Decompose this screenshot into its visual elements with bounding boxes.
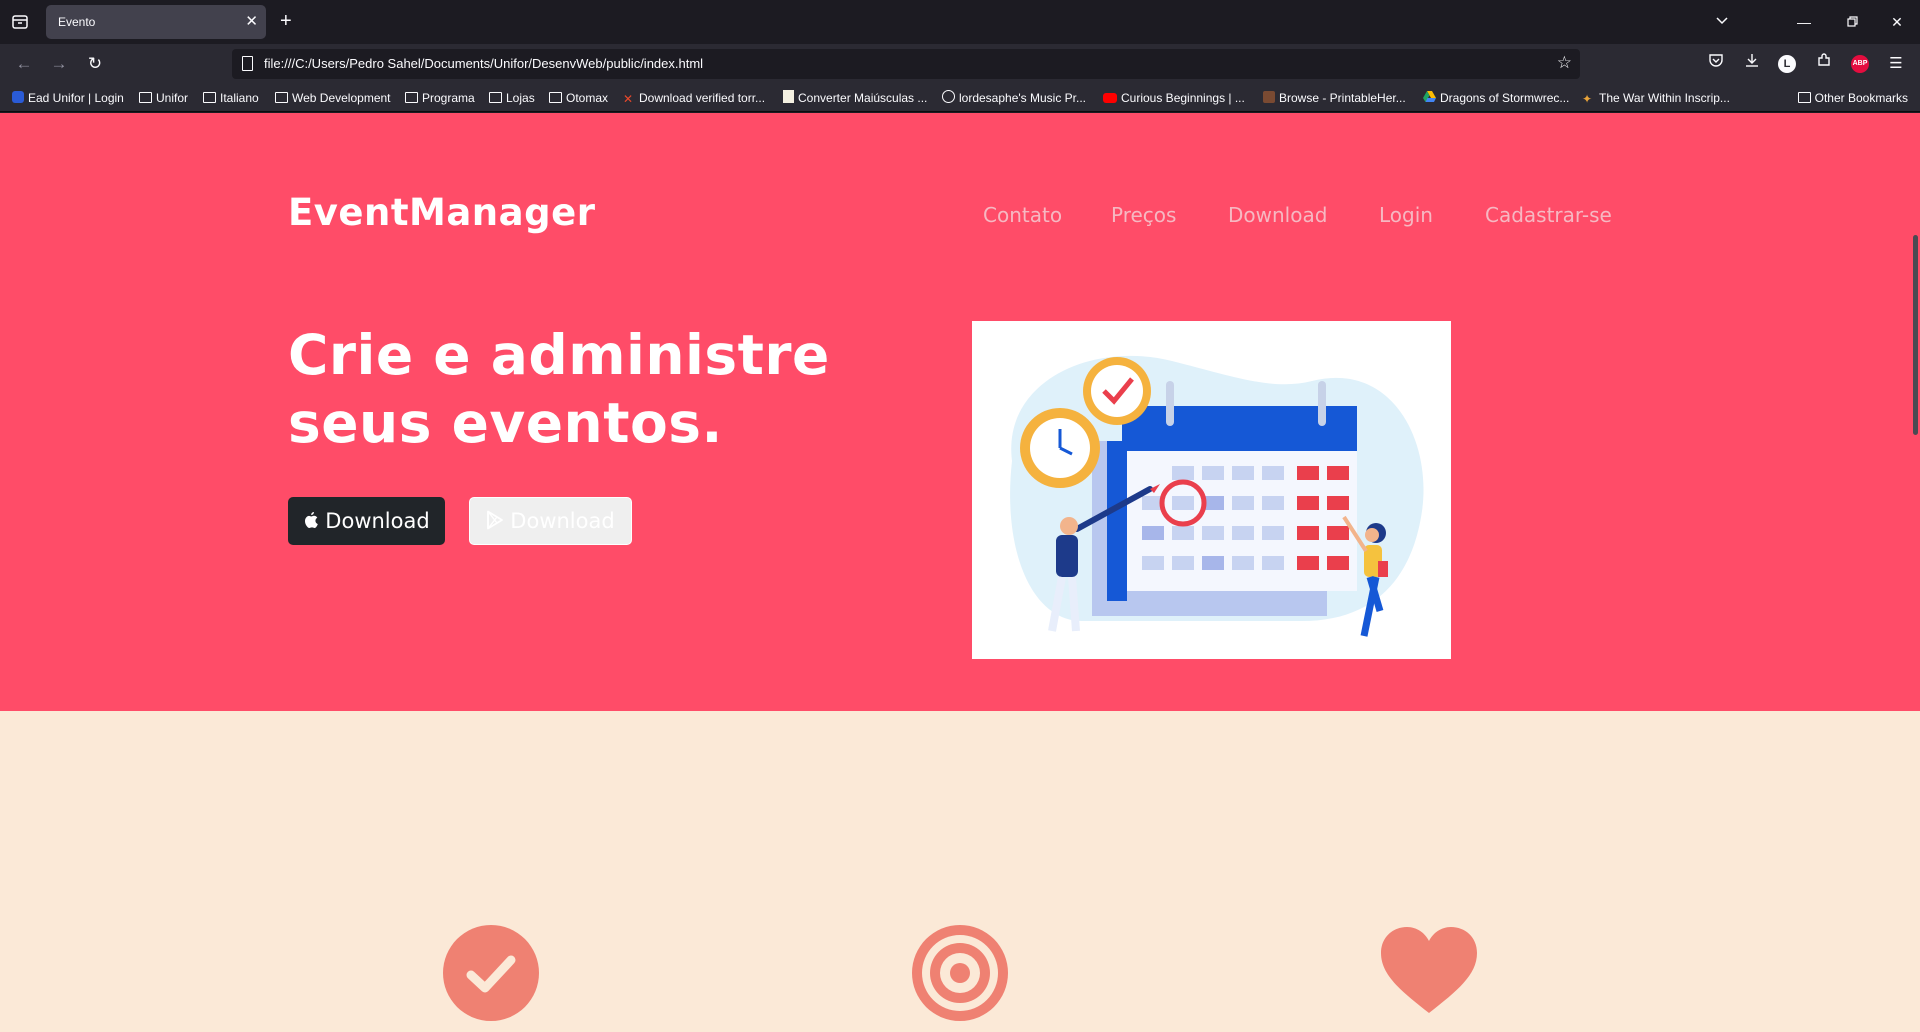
tab-list-icon[interactable] (10, 12, 30, 32)
page-viewport: EventManager Contato Preços Download Log… (0, 113, 1920, 1032)
nav-link-login[interactable]: Login (1379, 203, 1433, 227)
folder-icon (139, 92, 152, 103)
menu-icon[interactable]: ☰ (1884, 52, 1908, 76)
nav-link-precos[interactable]: Preços (1111, 203, 1176, 227)
bookmark-folder[interactable]: Lojas (489, 84, 535, 112)
nav-link-download[interactable]: Download (1228, 203, 1327, 227)
features-section (0, 711, 1920, 1032)
browser-tab[interactable]: Evento ✕ (46, 5, 266, 39)
x-logo-icon: ✕ (623, 92, 634, 106)
calendar-illustration (972, 321, 1451, 659)
minimize-icon[interactable]: — (1792, 10, 1816, 34)
apple-download-button[interactable]: Download (288, 497, 445, 545)
account-icon[interactable]: L (1778, 55, 1796, 73)
bookmark-folder[interactable]: Otomax (549, 84, 608, 112)
page-icon (242, 56, 253, 71)
bookmark-item[interactable]: Curious Beginnings | ... (1103, 84, 1245, 112)
bookmark-folder[interactable]: Web Development (275, 84, 391, 112)
play-download-label: Download (510, 509, 615, 533)
hero-headline: Crie e administre seus eventos. (288, 321, 848, 457)
page-scrollbar[interactable] (1913, 235, 1918, 435)
apple-icon (303, 500, 319, 546)
extensions-icon[interactable] (1812, 52, 1836, 76)
ead-unifor-icon (12, 91, 24, 103)
google-drive-icon (1423, 85, 1436, 102)
heart-icon (1381, 925, 1477, 1021)
headline-line-2: seus eventos. (288, 391, 723, 455)
bookmark-item[interactable]: lordesaphe's Music Pr... (942, 84, 1086, 112)
bookmark-item[interactable]: Converter Maiúsculas ... (783, 84, 927, 112)
printableheroes-icon (1263, 91, 1275, 103)
youtube-icon (1103, 93, 1117, 103)
downloads-icon[interactable] (1740, 52, 1764, 76)
apple-download-label: Download (325, 509, 430, 533)
other-bookmarks[interactable]: Other Bookmarks (1797, 84, 1908, 112)
google-play-icon (486, 500, 504, 546)
folder-icon (489, 92, 502, 103)
new-tab-icon[interactable]: + (280, 9, 292, 33)
pocket-icon[interactable] (1704, 52, 1728, 76)
bookmarks-toolbar: Ead Unifor | Login Unifor Italiano Web D… (0, 84, 1920, 112)
list-all-tabs-icon[interactable] (1710, 10, 1734, 34)
play-download-button[interactable]: Download (469, 497, 632, 545)
check-circle-icon (443, 925, 539, 1021)
tab-title: Evento (58, 15, 96, 29)
globe-icon (942, 90, 955, 103)
nav-link-contato[interactable]: Contato (983, 203, 1062, 227)
restore-icon[interactable] (1840, 10, 1864, 34)
bullseye-icon (912, 925, 1008, 1021)
tab-bar: Evento ✕ + — ✕ (0, 0, 1920, 44)
nav-link-cadastrar[interactable]: Cadastrar-se (1485, 203, 1612, 227)
folder-icon (1797, 92, 1811, 103)
brand-logo[interactable]: EventManager (288, 191, 595, 234)
address-bar[interactable]: file:///C:/Users/Pedro Sahel/Documents/U… (232, 49, 1580, 79)
bookmark-item[interactable]: Browse - PrintableHer... (1263, 84, 1406, 112)
bookmark-folder[interactable]: Italiano (203, 84, 259, 112)
headline-line-1: Crie e administre (288, 323, 830, 387)
back-icon[interactable]: ← (12, 52, 36, 76)
close-tab-icon[interactable]: ✕ (245, 5, 258, 39)
bookmark-star-icon[interactable]: ☆ (1557, 53, 1572, 73)
note-icon (783, 90, 794, 103)
folder-icon (203, 92, 216, 103)
folder-icon (275, 92, 288, 103)
bookmark-item[interactable]: Ead Unifor | Login (12, 84, 124, 112)
forward-icon[interactable]: → (47, 52, 71, 76)
adblock-icon[interactable]: ABP (1851, 55, 1869, 73)
navigation-toolbar: ← → ↻ file:///C:/Users/Pedro Sahel/Docum… (0, 44, 1920, 84)
bookmark-item[interactable]: Dragons of Stormwrec... (1423, 84, 1569, 112)
bookmark-item[interactable]: ✕ Download verified torr... (623, 84, 765, 112)
bookmark-item[interactable]: ✦ The War Within Inscrip... (1582, 84, 1730, 112)
close-window-icon[interactable]: ✕ (1885, 10, 1909, 34)
hero-section: EventManager Contato Preços Download Log… (0, 113, 1920, 711)
folder-icon (405, 92, 418, 103)
folder-icon (549, 92, 562, 103)
bookmark-folder[interactable]: Programa (405, 84, 475, 112)
wowhead-icon: ✦ (1582, 92, 1593, 106)
url-text[interactable]: file:///C:/Users/Pedro Sahel/Documents/U… (264, 49, 703, 79)
bookmark-folder[interactable]: Unifor (139, 84, 188, 112)
reload-icon[interactable]: ↻ (83, 52, 107, 76)
